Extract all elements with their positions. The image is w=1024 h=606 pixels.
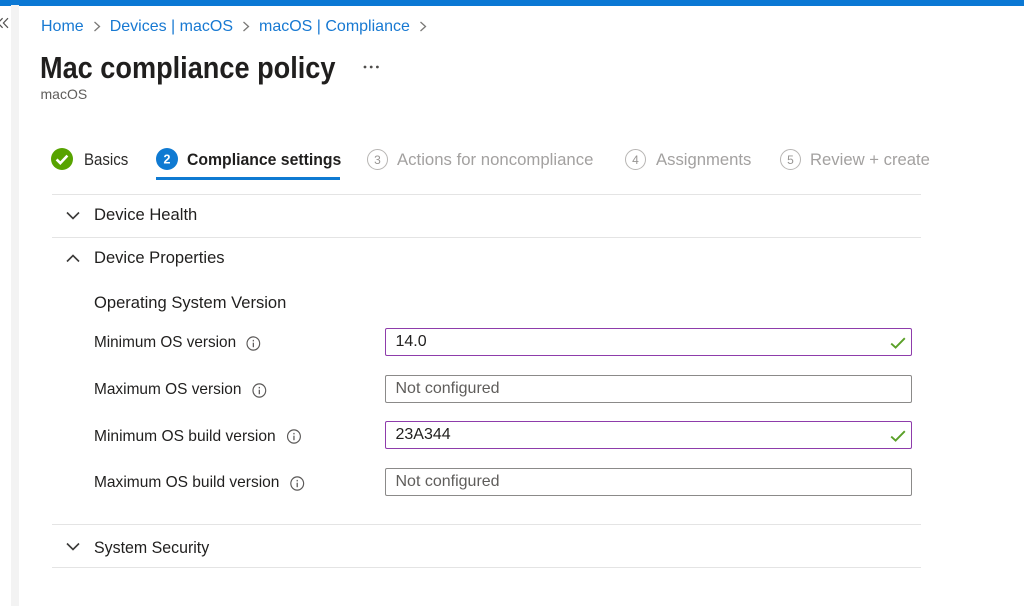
- svg-text:2: 2: [164, 153, 171, 167]
